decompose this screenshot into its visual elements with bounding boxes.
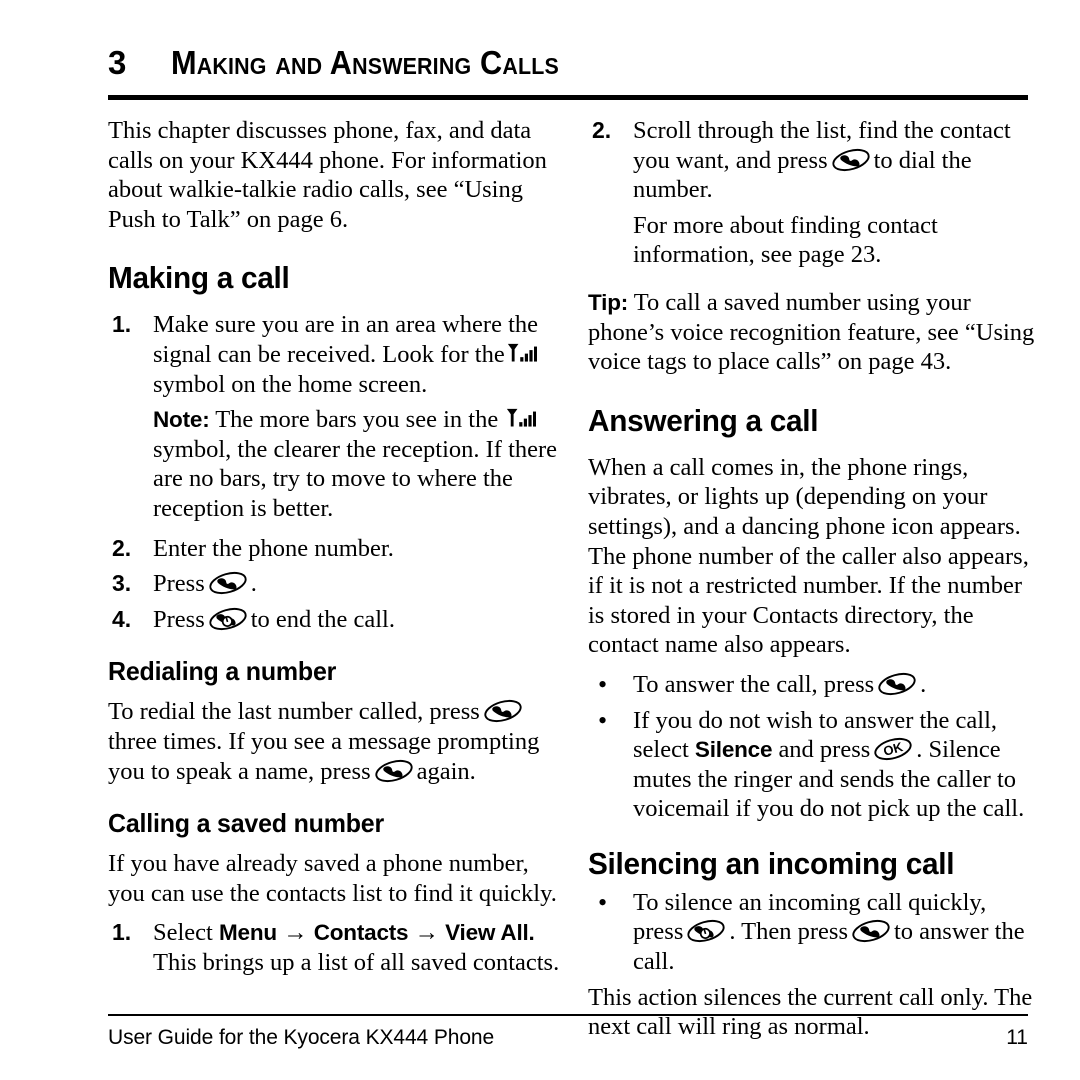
- answering-paragraph: When a call comes in, the phone rings, v…: [588, 453, 1029, 659]
- list-item: 1. Select Menu → Contacts → View All. Th…: [108, 918, 560, 977]
- send-call-key-icon: [483, 698, 523, 724]
- list-item: 2. Scroll through the list, find the con…: [588, 116, 1040, 205]
- step-text-part2: symbol on the home screen.: [153, 370, 428, 398]
- send-call-key-icon: [877, 671, 917, 697]
- footer-divider-rule: [108, 1014, 1028, 1016]
- left-column: This chapter discusses phone, fax, and d…: [108, 116, 560, 977]
- list-item: • To silence an incoming call quickly, p…: [588, 888, 1040, 977]
- arrow-right-icon: →: [414, 919, 440, 947]
- menu-path-view-all: View All.: [445, 920, 535, 946]
- page-footer: User Guide for the Kyocera KX444 Phone 1…: [108, 1024, 1028, 1054]
- note-label: Note:: [153, 407, 210, 433]
- list-item: 2. Enter the phone number.: [108, 534, 560, 564]
- end-call-key-icon: [686, 918, 726, 944]
- bullet-text-before: To answer the call, press: [633, 670, 875, 698]
- chapter-number: 3: [108, 44, 126, 81]
- send-call-key-icon: [831, 147, 871, 173]
- bullet-text-part2: and press: [778, 736, 871, 764]
- note-text-part1: The more bars you see in the: [215, 406, 499, 434]
- ok-key-icon: [873, 736, 913, 762]
- signal-strength-icon: [506, 408, 536, 431]
- heading-silencing-an-incoming-call: Silencing an incoming call: [588, 845, 955, 881]
- tip-text: To call a saved number using your phone’…: [588, 288, 1035, 376]
- chapter-title: Making and Answering Calls: [171, 44, 559, 81]
- note-text-part2: symbol, the clearer the reception. If th…: [153, 435, 558, 522]
- footer-guide-title: User Guide for the Kyocera KX444 Phone: [108, 1026, 495, 1049]
- list-marker: 2.: [112, 534, 132, 561]
- step-text-after: to end the call.: [250, 605, 395, 633]
- heading-answering-a-call: Answering a call: [588, 402, 819, 438]
- chapter-header: 3 Making and Answering Calls: [108, 44, 1028, 92]
- step-text-before: Press: [153, 605, 205, 633]
- menu-path-menu: Menu: [219, 920, 277, 946]
- list-marker: 4.: [112, 605, 132, 632]
- tip-label: Tip:: [588, 289, 629, 315]
- signal-strength-icon: [507, 343, 537, 366]
- select-word: Select: [153, 919, 213, 947]
- bullet-text-after: .: [920, 670, 927, 698]
- calling-saved-intro-paragraph: If you have already saved a phone number…: [108, 850, 557, 907]
- end-call-key-icon: [208, 606, 248, 632]
- send-call-key-icon: [374, 758, 414, 784]
- chapter-intro-paragraph: This chapter discusses phone, fax, and d…: [108, 117, 547, 233]
- bullet-marker: •: [598, 705, 608, 735]
- redialing-paragraph: To redial the last number called, press t…: [108, 697, 560, 786]
- heading-making-a-call: Making a call: [108, 260, 290, 296]
- list-marker: 3.: [112, 570, 132, 597]
- bullet-text-part2: . Then press: [729, 918, 848, 946]
- step-text-after: .: [250, 570, 257, 598]
- bullet-marker: •: [598, 669, 608, 699]
- send-call-key-icon: [851, 918, 891, 944]
- tip-block: Tip: To call a saved number using your p…: [588, 288, 1040, 377]
- arrow-right-icon: →: [283, 919, 308, 947]
- heading-redialing-a-number: Redialing a number: [108, 656, 337, 687]
- list-marker: 2.: [592, 117, 612, 143]
- step-text-part1: Make sure you are in an area where the s…: [153, 311, 539, 368]
- list-item: 4. Press to end the call.: [108, 605, 560, 635]
- footer-page-number: 11: [1006, 1026, 1028, 1049]
- document-page: 3 Making and Answering Calls This chapte…: [0, 0, 1080, 1080]
- header-divider-rule: [108, 95, 1028, 100]
- softkey-label-silence: Silence: [694, 737, 773, 763]
- list-marker: 1.: [112, 311, 132, 338]
- redial-text-part1: To redial the last number called, press: [108, 698, 480, 726]
- note-block: Note: The more bars you see in the symbo…: [108, 405, 560, 523]
- step-text-before: Press: [153, 570, 205, 598]
- list-item: 3. Press.: [108, 569, 560, 599]
- step-sub-paragraph: For more about finding contact informati…: [633, 211, 938, 269]
- send-call-key-icon: [208, 570, 248, 596]
- bullet-marker: •: [598, 887, 608, 917]
- redial-text-part3: again.: [416, 757, 476, 785]
- heading-calling-a-saved-number: Calling a saved number: [108, 808, 384, 839]
- list-item: • To answer the call, press.: [588, 670, 1040, 700]
- right-column: 2. Scroll through the list, find the con…: [588, 116, 1040, 1042]
- list-item: • If you do not wish to answer the call,…: [588, 706, 1040, 824]
- step-text-tail: This brings up a list of all saved conta…: [153, 948, 560, 976]
- list-marker: 1.: [112, 919, 132, 946]
- step-text: Enter the phone number.: [153, 534, 394, 562]
- menu-path-contacts: Contacts: [313, 920, 409, 946]
- list-item: 1. Make sure you are in an area where th…: [108, 310, 560, 399]
